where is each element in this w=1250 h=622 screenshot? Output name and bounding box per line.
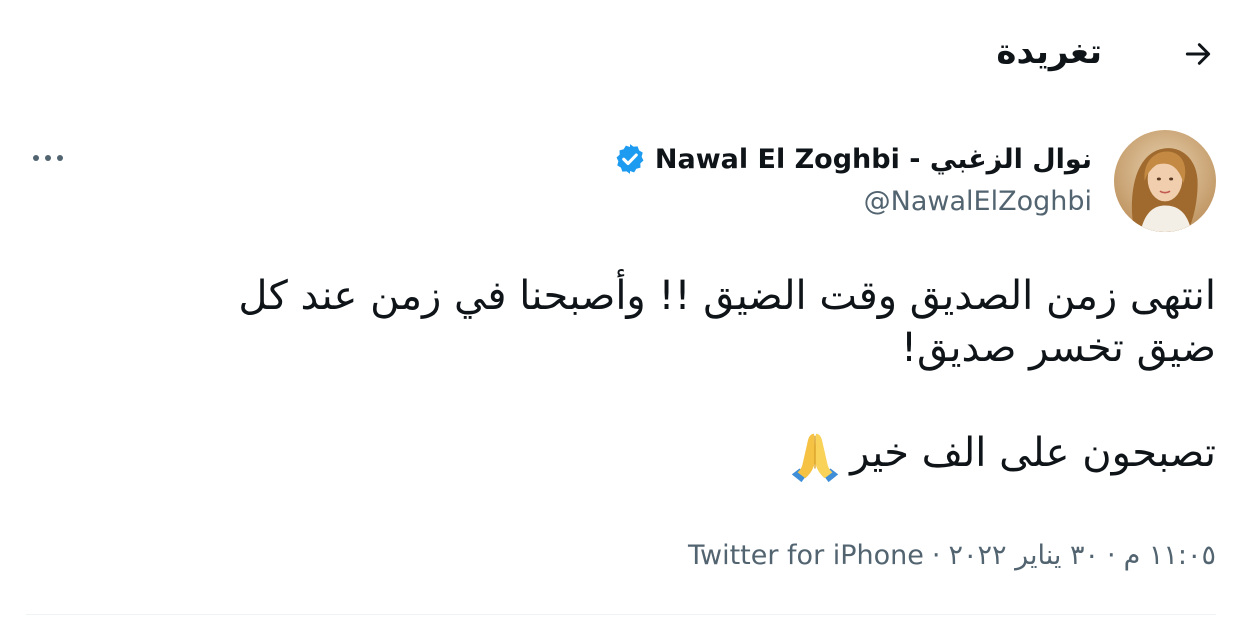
tweet-text: انتهى زمن الصديق وقت الضيق !! وأصبحنا في… [40,270,1216,484]
back-button[interactable] [1176,32,1220,76]
user-handle[interactable]: @NawalElZoghbi [864,186,1092,217]
tweet-source[interactable]: Twitter for iPhone [688,540,924,571]
name-row: نوال الزغبي - Nawal El Zoghbi [613,142,1092,176]
more-options-button[interactable] [30,140,66,176]
tweet-date[interactable]: ٣٠ يناير ٢٠٢٢ [948,540,1099,571]
page-title: تغريدة [996,32,1102,72]
tweet-header: تغريدة [30,22,1220,86]
arrow-right-icon [1185,43,1211,65]
tweet-meta: ١١:٠٥ م · ٣٠ يناير ٢٠٢٢ · Twitter for iP… [688,540,1216,571]
display-name[interactable]: نوال الزغبي - Nawal El Zoghbi [655,144,1092,175]
avatar-image [1114,130,1216,232]
more-horizontal-icon [33,155,63,161]
tweet-closing-line: تصبحون على الف خير [40,426,1216,484]
verified-badge-icon [613,142,647,176]
tweet-closing-text: تصبحون على الف خير [850,430,1216,476]
meta-separator: · [1106,540,1116,571]
avatar[interactable] [1114,130,1216,232]
meta-separator: · [931,540,941,571]
divider [26,614,1216,615]
tweet-line: انتهى زمن الصديق وقت الضيق !! وأصبحنا في… [238,273,1216,319]
tweet-author: نوال الزغبي - Nawal El Zoghbi @NawalElZo… [30,128,1216,238]
tweet-line: ضيق تخسر صديق! [900,325,1216,371]
folded-hands-icon [786,426,844,484]
tweet-time[interactable]: ١١:٠٥ م [1124,540,1216,571]
